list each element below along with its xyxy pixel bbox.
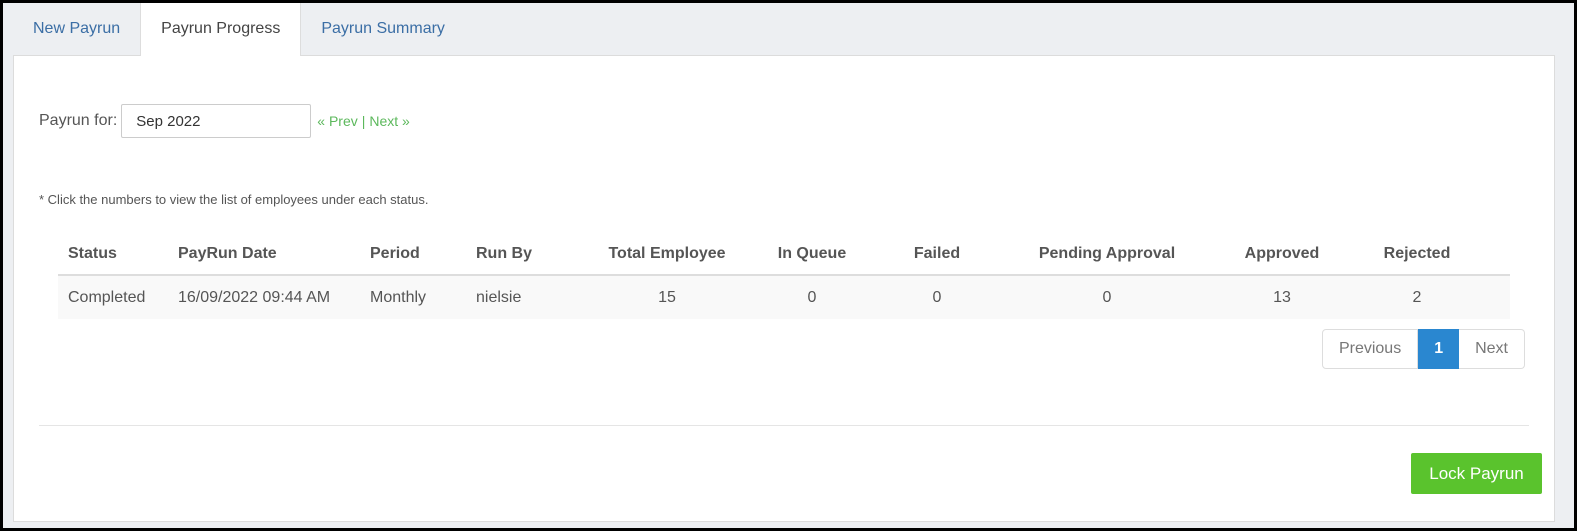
payrun-for-label: Payrun for: <box>39 112 118 129</box>
pagination-previous-button[interactable]: Previous <box>1321 329 1419 369</box>
rejected-count-link[interactable]: 2 <box>1352 275 1482 319</box>
pagination-page-1[interactable]: 1 <box>1418 329 1460 369</box>
pagination-next-button[interactable]: Next <box>1459 329 1525 369</box>
window-frame: New Payrun Payrun Progress Payrun Summar… <box>0 0 1577 531</box>
pagination: Previous 1 Next <box>1321 329 1525 369</box>
header-status: Status <box>58 234 168 276</box>
header-in-queue: In Queue <box>752 234 872 276</box>
approved-count-link[interactable]: 13 <box>1212 275 1352 319</box>
header-total-employee: Total Employee <box>582 234 752 276</box>
tab-payrun-summary[interactable]: Payrun Summary <box>301 3 465 55</box>
total-employee-cell: 15 <box>582 275 752 319</box>
hint-text: * Click the numbers to view the list of … <box>39 192 429 207</box>
header-rejected: Rejected <box>1352 234 1482 276</box>
payrun-month-input[interactable]: Sep 2022 <box>121 104 312 138</box>
header-approved: Approved <box>1212 234 1352 276</box>
run-by-cell: nielsie <box>466 275 582 319</box>
header-failed: Failed <box>872 234 1002 276</box>
tab-bar: New Payrun Payrun Progress Payrun Summar… <box>13 3 465 56</box>
next-period-link[interactable]: Next » <box>369 113 409 129</box>
row-spacer <box>1482 275 1510 319</box>
pending-approval-count-link[interactable]: 0 <box>1002 275 1212 319</box>
prev-period-link[interactable]: « Prev <box>317 113 357 129</box>
header-payrun-date: PayRun Date <box>168 234 360 276</box>
status-cell: Completed <box>58 275 168 319</box>
divider <box>39 425 1529 426</box>
header-spacer <box>1482 234 1510 276</box>
lock-payrun-button[interactable]: Lock Payrun <box>1411 453 1542 494</box>
payrun-date-cell: 16/09/2022 09:44 AM <box>168 275 360 319</box>
table-header-row: Status PayRun Date Period Run By Total E… <box>58 234 1510 276</box>
payrun-status-table: Status PayRun Date Period Run By Total E… <box>58 234 1510 319</box>
failed-count-link[interactable]: 0 <box>872 275 1002 319</box>
tab-new-payrun[interactable]: New Payrun <box>13 3 140 55</box>
period-nav: « Prev | Next » <box>317 113 410 129</box>
header-run-by: Run By <box>466 234 582 276</box>
in-queue-cell: 0 <box>752 275 872 319</box>
payrun-progress-panel: Payrun for: Sep 2022 « Prev | Next » * Cli… <box>13 55 1555 522</box>
period-cell: Monthly <box>360 275 466 319</box>
table-row: Completed 16/09/2022 09:44 AM Monthly ni… <box>58 275 1510 319</box>
header-pending-approval: Pending Approval <box>1002 234 1212 276</box>
payrun-period-selector: Payrun for: Sep 2022 « Prev | Next » <box>39 104 410 138</box>
header-period: Period <box>360 234 466 276</box>
tab-payrun-progress[interactable]: Payrun Progress <box>140 3 302 56</box>
period-nav-separator: | <box>361 113 366 129</box>
